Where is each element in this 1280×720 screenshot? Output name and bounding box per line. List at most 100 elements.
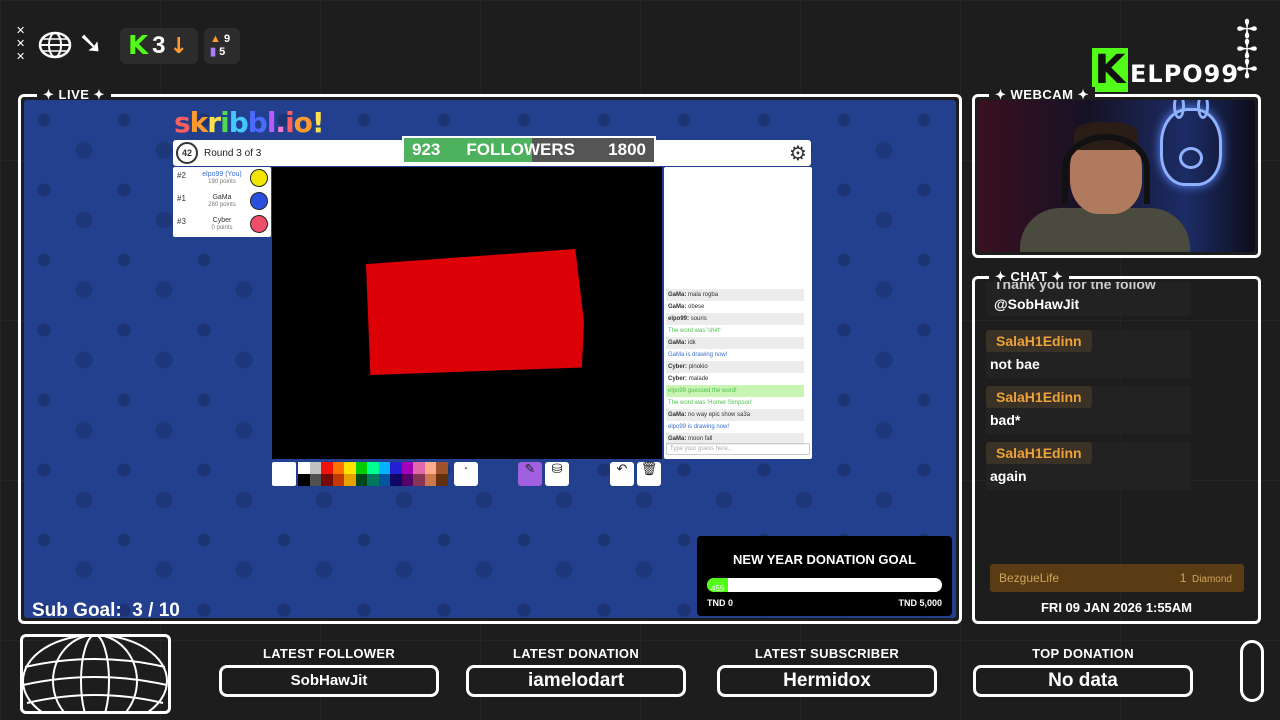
brand-name: ELPO99 (1130, 60, 1240, 88)
color-swatch[interactable] (413, 462, 425, 474)
latest-follower: LATEST FOLLOWER SobHawJit (219, 646, 439, 697)
globe-emblem (20, 634, 171, 714)
chat-username[interactable]: SalaH1Edinn (986, 386, 1092, 408)
game-chat-messages: GaMa: mala rogba GaMa: obese elpo99: souri… (666, 289, 804, 445)
color-swatch[interactable] (436, 474, 448, 486)
chat-message: SalaH1Edinn not bae (986, 330, 1191, 378)
headset-icon (1062, 134, 1150, 204)
color-swatch[interactable] (298, 474, 310, 486)
color-swatch[interactable] (413, 474, 425, 486)
platform-stats: ▲ 9 ▮ 5 (204, 28, 240, 64)
followers-label: FOLLOWERS (466, 140, 575, 159)
fill-bucket-icon[interactable]: ⛁ (545, 462, 569, 486)
followers-goal-bar: 923 FOLLOWERS 1800 (402, 136, 656, 164)
color-swatch[interactable] (321, 462, 333, 474)
latest-follower-value: SobHawJit (219, 665, 439, 697)
color-swatch[interactable] (332, 462, 344, 474)
current-color-swatch[interactable] (272, 462, 296, 486)
kick-count: 3 (152, 32, 166, 59)
diamond-alert: BezgueLife 1 Diamond (990, 564, 1244, 592)
chat-message: SalaH1Edinn bad* (986, 386, 1191, 434)
color-swatch[interactable] (424, 474, 436, 486)
avatar (250, 192, 268, 210)
date-time: FRI 09 JAN 2026 1:55AM (1040, 600, 1192, 615)
color-swatch[interactable] (332, 474, 344, 486)
stream-chat: Thank you for the follow @SobHawJit Sala… (978, 282, 1255, 618)
kick-viewer-count: K 3 ↓ (120, 28, 198, 64)
color-swatch[interactable] (436, 462, 448, 474)
color-swatch[interactable] (367, 462, 379, 474)
streamer-body (1020, 208, 1190, 252)
top-donation: TOP DONATION No data (973, 646, 1193, 697)
drawing-canvas[interactable] (272, 167, 662, 459)
latest-donation: LATEST DONATION iamelodart (466, 646, 686, 697)
donation-min: TND 0 (707, 598, 734, 608)
color-swatch[interactable] (401, 462, 413, 474)
followers-current: 923 (412, 140, 441, 159)
stat-a: 9 (223, 33, 231, 45)
chat-username[interactable]: SalaH1Edinn (986, 330, 1092, 352)
game-chat-message: The word was 'shirt' (668, 328, 721, 334)
color-swatch[interactable] (309, 474, 321, 486)
brush-size-button[interactable]: · (454, 462, 478, 486)
game-chat-message: Cyber: pinokio (666, 361, 804, 373)
pencil-icon[interactable]: ✎ (518, 462, 542, 486)
donation-goal-title: NEW YEAR DONATION GOAL (733, 552, 916, 567)
game-chat-message: GaMa: mala rogba (666, 289, 804, 301)
settings-gear-icon[interactable]: ⚙ (789, 142, 807, 164)
color-swatch[interactable] (401, 474, 413, 486)
color-swatch[interactable] (355, 474, 367, 486)
timer-clock-icon: 42 (176, 142, 198, 164)
color-swatch[interactable] (298, 462, 310, 474)
game-chat-message: GaMa is drawing now! (668, 352, 728, 358)
chat-message: SalaH1Edinn again (986, 442, 1191, 490)
guess-input[interactable]: Type your guess here... (666, 443, 810, 455)
game-chat-message: GaMa: idk (666, 337, 804, 349)
globe-icon (38, 31, 72, 59)
red-drawing (366, 249, 584, 375)
color-swatch[interactable] (355, 462, 367, 474)
globe-icon (23, 637, 168, 711)
trash-icon[interactable]: 🗑 (637, 462, 661, 486)
color-swatch[interactable] (367, 474, 379, 486)
kick-logo-icon: K (128, 31, 149, 61)
color-swatch[interactable] (390, 474, 402, 486)
person-icon: ▲ (210, 33, 221, 45)
chat-panel: ✦ CHAT ✦ Thank you for the follow @SobHa… (972, 269, 1261, 624)
undo-icon[interactable]: ↶ (610, 462, 634, 486)
game-chat: GaMa: mala rogba GaMa: obese elpo99: souri… (664, 167, 812, 459)
chat-message: Thank you for the follow @SobHawJit (986, 282, 1191, 316)
chat-username[interactable]: SalaH1Edinn (986, 442, 1092, 464)
latest-donation-value: iamelodart (466, 665, 686, 697)
x-marks-icon: ✕ ✕ ✕ (16, 24, 26, 63)
color-swatch[interactable] (424, 462, 436, 474)
player-row[interactable]: #3 Cyber 0 points (173, 213, 271, 236)
brand-pill-icon (1240, 640, 1264, 702)
players-list: #2 elpo99 (You) 190 points #1 GaMa 280 p… (173, 167, 271, 237)
player-row[interactable]: #2 elpo99 (You) 190 points (173, 167, 271, 190)
color-swatch[interactable] (309, 462, 321, 474)
followers-goal: 1800 (608, 140, 646, 159)
webcam-panel: ✦ WEBCAM ✦ (972, 87, 1261, 258)
color-swatch[interactable] (390, 462, 402, 474)
game-chat-message: elpo99 is drawing now! (668, 424, 730, 430)
game-chat-message: Cyber: malade (668, 376, 709, 382)
brand-glyph-icon: ✢ ✢ ✢ (1236, 15, 1258, 85)
color-swatch[interactable] (344, 474, 356, 486)
game-chat-message: GaMa: no way epic show sa3a (666, 409, 804, 421)
color-swatch[interactable] (321, 474, 333, 486)
live-panel: ✦ LIVE ✦ skribbl.io! 42 Round 3 of 3 ⚙ 9… (18, 87, 962, 624)
neon-bunny-sign (1160, 100, 1222, 186)
player-row[interactable]: #1 GaMa 280 points (173, 190, 271, 213)
donation-max: TND 5,000 (898, 598, 942, 608)
latest-subscriber-value: Hermidox (717, 665, 937, 697)
color-palette (298, 462, 448, 486)
donation-progress-fill: 455 (707, 578, 729, 592)
color-swatch[interactable] (344, 462, 356, 474)
color-swatch[interactable] (378, 474, 390, 486)
game-chat-message: The word was 'Homer Simpson' (668, 400, 753, 406)
webcam-feed (978, 100, 1255, 252)
color-swatch[interactable] (378, 462, 390, 474)
arrow-down-right-icon: ➘ (78, 26, 104, 61)
channel-brand: K ELPO99 (1092, 48, 1239, 92)
